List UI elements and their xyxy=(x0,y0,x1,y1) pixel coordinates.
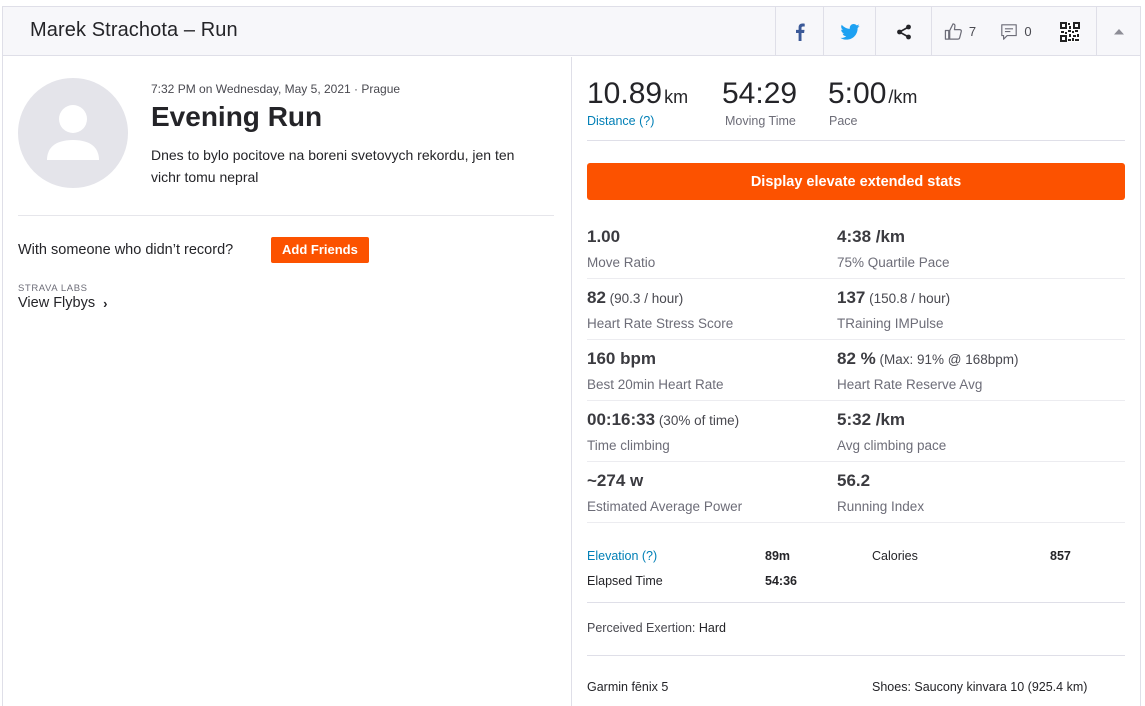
trimp-stat: 137 (150.8 / hour) TRaining IMPulse xyxy=(837,288,1097,331)
running-index-stat: 56.2 Running Index xyxy=(837,471,1097,514)
divider xyxy=(587,602,1125,603)
stat-subvalue: (30% of time) xyxy=(655,413,740,428)
divider xyxy=(18,215,554,216)
elapsed-time-label: Elapsed Time xyxy=(587,574,663,588)
perceived-exertion-value: Hard xyxy=(698,621,726,635)
distance-unit: km xyxy=(664,87,689,107)
elevation-value: 89m xyxy=(765,549,791,563)
share-button[interactable] xyxy=(875,7,931,56)
calories-value: 857 xyxy=(1050,549,1071,563)
page-title: Marek Strachota – Run xyxy=(30,19,238,41)
stat-label: Estimated Average Power xyxy=(587,499,743,514)
chevron-up-icon xyxy=(1113,29,1124,35)
kudos-count: 7 xyxy=(968,24,977,39)
with-someone-text: With someone who didn’t record? xyxy=(18,242,234,258)
pace-stat: 5:00/km xyxy=(828,77,917,111)
stat-label: 75% Quartile Pace xyxy=(837,255,950,270)
pace-unit: /km xyxy=(888,87,918,107)
stat-subvalue: (Max: 91% @ 168bpm) xyxy=(875,352,1019,367)
stat-label: Move Ratio xyxy=(587,255,656,270)
perceived-exertion-label: Perceived Exertion: xyxy=(587,621,696,635)
device-name: Garmin fēnix 5 xyxy=(587,680,669,694)
activity-header: Marek Strachota – Run 7 0 xyxy=(3,7,1140,56)
elapsed-time-value: 54:36 xyxy=(765,574,797,588)
activity-summary-left: 7:32 PM on Wednesday, May 5, 2021 · Prag… xyxy=(3,57,572,706)
facebook-icon xyxy=(795,23,805,41)
pace-label: Pace xyxy=(829,114,858,128)
stat-label: Best 20min Heart Rate xyxy=(587,377,724,392)
stat-label: Heart Rate Stress Score xyxy=(587,316,734,331)
distance-value: 10.89 xyxy=(587,77,663,110)
stat-label: Avg climbing pace xyxy=(837,438,947,453)
extended-stats-row: 00:16:33 (30% of time) Time climbing 5:3… xyxy=(587,401,1125,462)
stat-value: 1.00 xyxy=(587,227,621,246)
stat-value: 00:16:33 xyxy=(587,410,656,429)
activity-name: Evening Run xyxy=(151,101,323,132)
comments-button[interactable]: 0 xyxy=(988,7,1044,56)
time-climbing-stat: 00:16:33 (30% of time) Time climbing xyxy=(587,410,847,453)
pace-value: 5:00 xyxy=(828,77,887,110)
elevate-extended-stats-button[interactable]: Display elevate extended stats xyxy=(587,163,1125,200)
facebook-share-button[interactable] xyxy=(775,7,823,56)
extended-stats-row: 1.00 Move Ratio 4:38 /km 75% Quartile Pa… xyxy=(587,218,1125,279)
strava-labs-label: STRAVA LABS xyxy=(18,283,88,294)
comments-count: 0 xyxy=(1024,24,1032,39)
power-stat: ~274 w Estimated Average Power xyxy=(587,471,847,514)
thumbs-up-icon xyxy=(944,23,962,40)
shoes-info: Shoes: Saucony kinvara 10 (925.4 km) xyxy=(872,680,1088,694)
moving-time-label: Moving Time xyxy=(725,114,796,128)
share-icon xyxy=(896,24,911,39)
moving-time-stat: 54:29 xyxy=(722,77,797,111)
collapse-button[interactable] xyxy=(1096,7,1140,56)
stat-label: TRaining IMPulse xyxy=(837,316,944,331)
activity-description: Dnes to bylo pocitove na boreni svetovyc… xyxy=(151,147,515,185)
kudos-button[interactable]: 7 xyxy=(931,7,988,56)
view-flybys-link[interactable]: View Flybys › xyxy=(18,295,107,311)
stat-label: Running Index xyxy=(837,499,925,514)
stat-label: Time climbing xyxy=(587,438,670,453)
stat-value: 4:38 /km xyxy=(837,227,906,246)
divider xyxy=(587,655,1125,656)
chevron-right-icon: › xyxy=(103,295,108,311)
stat-subvalue: (90.3 / hour) xyxy=(605,291,684,306)
stat-value: 82 xyxy=(587,288,606,307)
moving-time-value: 54:29 xyxy=(722,77,798,110)
stat-value: ~274 w xyxy=(587,471,644,490)
qr-code-icon xyxy=(1060,21,1080,42)
comment-icon xyxy=(1001,23,1018,40)
extended-stats-row: 160 bpm Best 20min Heart Rate 82 % (Max:… xyxy=(587,340,1125,401)
stat-value: 82 % xyxy=(837,349,876,368)
extended-stats-row: 82 (90.3 / hour) Heart Rate Stress Score… xyxy=(587,279,1125,340)
elevation-label-link[interactable]: Elevation (?) xyxy=(587,549,657,563)
stat-value: 137 xyxy=(837,288,866,307)
climbing-pace-stat: 5:32 /km Avg climbing pace xyxy=(837,410,1097,453)
best-20min-hr-stat: 160 bpm Best 20min Heart Rate xyxy=(587,349,847,392)
twitter-share-button[interactable] xyxy=(823,7,875,56)
extended-stats-grid: 1.00 Move Ratio 4:38 /km 75% Quartile Pa… xyxy=(587,218,1125,523)
twitter-icon xyxy=(839,23,860,40)
distance-stat: 10.89 km xyxy=(587,77,688,111)
hr-reserve-stat: 82 % (Max: 91% @ 168bpm) Heart Rate Rese… xyxy=(837,349,1097,392)
avatar[interactable] xyxy=(18,78,128,188)
move-ratio-stat: 1.00 Move Ratio xyxy=(587,227,847,270)
add-friends-button[interactable]: Add Friends xyxy=(271,237,369,263)
view-flybys-label: View Flybys xyxy=(18,295,96,311)
stat-value: 5:32 /km xyxy=(837,410,906,429)
quartile-pace-stat: 4:38 /km 75% Quartile Pace xyxy=(837,227,1097,270)
activity-date: 7:32 PM on Wednesday, May 5, 2021 · Prag… xyxy=(151,82,401,96)
qr-code-button[interactable] xyxy=(1044,7,1096,56)
stat-value: 56.2 xyxy=(837,471,871,490)
calories-label: Calories xyxy=(872,549,918,563)
divider xyxy=(587,140,1125,141)
activity-stats-right: 10.89 km Distance (?) 54:29 Moving Time 5… xyxy=(573,57,1140,706)
extended-stats-row: ~274 w Estimated Average Power 56.2 Runn… xyxy=(587,462,1125,523)
avatar-silhouette-icon xyxy=(47,105,99,160)
hrss-stat: 82 (90.3 / hour) Heart Rate Stress Score xyxy=(587,288,847,331)
stat-label: Heart Rate Reserve Avg xyxy=(837,377,983,392)
activity-frame: Marek Strachota – Run 7 0 7:32 PM on Wed… xyxy=(2,6,1141,706)
distance-label-link[interactable]: Distance (?) xyxy=(587,114,654,128)
perceived-exertion: Perceived Exertion: Hard xyxy=(587,621,726,635)
stat-subvalue: (150.8 / hour) xyxy=(865,291,951,306)
stat-value: 160 bpm xyxy=(587,349,656,368)
